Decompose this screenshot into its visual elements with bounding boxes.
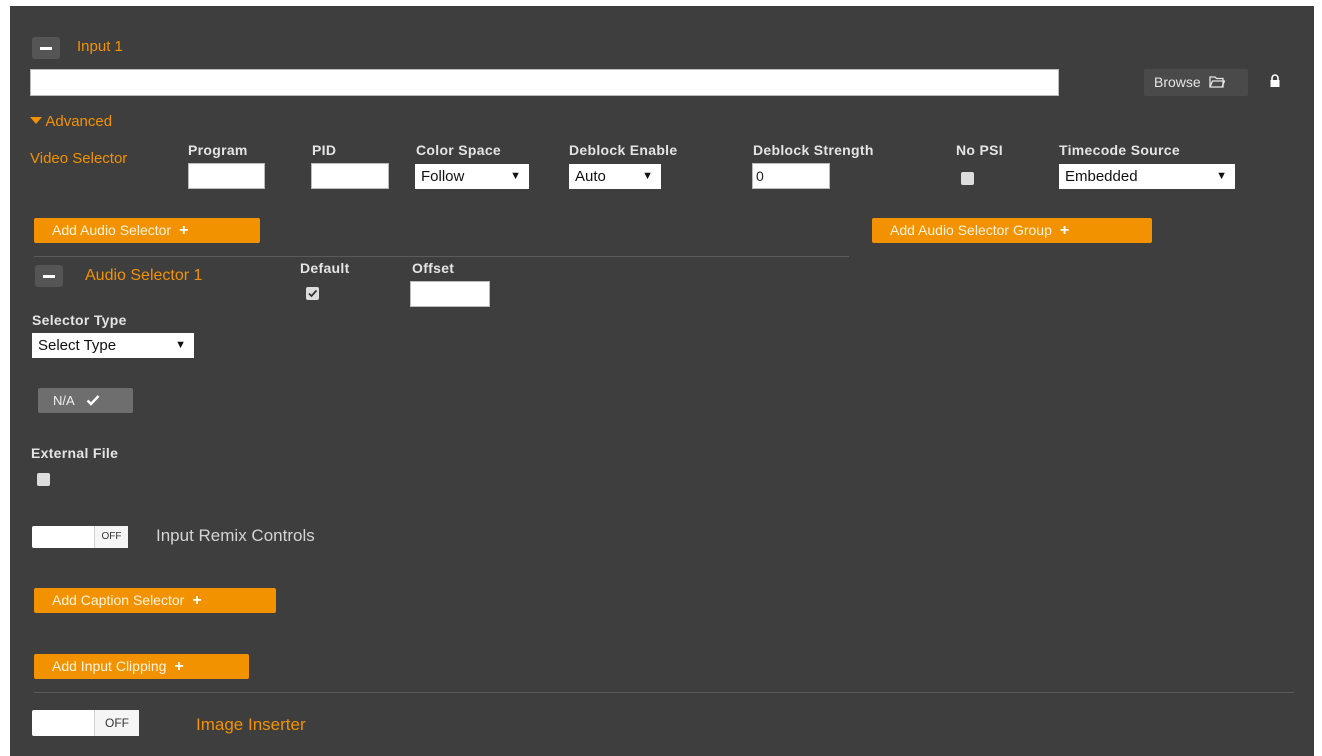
- na-label: N/A: [53, 393, 74, 408]
- checkmark-icon: [308, 289, 318, 298]
- add-input-clipping-label: Add Input Clipping: [52, 658, 167, 674]
- lock-icon[interactable]: [1269, 74, 1281, 88]
- program-label: Program: [188, 142, 248, 158]
- advanced-toggle[interactable]: Advanced: [30, 113, 112, 130]
- input-remix-toggle[interactable]: OFF: [32, 526, 128, 548]
- folder-icon: [1208, 76, 1226, 88]
- collapse-input-button[interactable]: [32, 37, 60, 59]
- input-panel: Input 1 Browse Advanced Video Selector P…: [10, 6, 1314, 756]
- image-inserter-toggle[interactable]: OFF: [32, 710, 139, 736]
- offset-label: Offset: [412, 260, 455, 276]
- collapse-audio-selector-button[interactable]: [35, 265, 63, 287]
- add-audio-selector-group-label: Add Audio Selector Group: [890, 222, 1052, 238]
- plus-icon: +: [192, 592, 202, 609]
- add-audio-selector-button[interactable]: Add Audio Selector +: [34, 218, 260, 243]
- no-psi-checkbox[interactable]: [961, 172, 974, 185]
- section-divider: [34, 692, 1294, 693]
- dropdown-arrow-icon: ▼: [1216, 170, 1227, 182]
- add-audio-selector-group-button[interactable]: Add Audio Selector Group +: [872, 218, 1152, 243]
- default-checkbox[interactable]: [306, 287, 319, 300]
- na-button[interactable]: N/A: [38, 388, 133, 413]
- input-file-field[interactable]: [30, 69, 1059, 96]
- dropdown-arrow-icon: ▼: [642, 170, 653, 182]
- deblock-enable-label: Deblock Enable: [569, 142, 678, 158]
- external-file-label: External File: [31, 445, 119, 461]
- advanced-label: Advanced: [45, 113, 113, 130]
- dropdown-arrow-icon: ▼: [175, 339, 186, 351]
- color-space-value: Follow: [421, 168, 465, 185]
- input-title: Input 1: [77, 38, 123, 55]
- dropdown-arrow-icon: ▼: [510, 170, 521, 182]
- default-label: Default: [300, 260, 350, 276]
- caret-down-icon: [30, 117, 42, 124]
- pid-input[interactable]: [311, 163, 389, 189]
- checkmark-icon: [86, 395, 99, 406]
- plus-icon: +: [179, 222, 189, 239]
- input-remix-label: Input Remix Controls: [156, 526, 315, 545]
- selector-type-select[interactable]: Select Type ▼: [32, 333, 194, 358]
- add-input-clipping-button[interactable]: Add Input Clipping +: [34, 654, 249, 679]
- deblock-strength-label: Deblock Strength: [753, 142, 874, 158]
- selector-type-value: Select Type: [38, 337, 117, 354]
- toggle-off-label: OFF: [94, 710, 139, 736]
- program-input[interactable]: [188, 163, 265, 189]
- external-file-checkbox[interactable]: [37, 473, 50, 486]
- audio-selector-title: Audio Selector 1: [85, 267, 203, 284]
- add-caption-selector-label: Add Caption Selector: [52, 592, 185, 608]
- offset-input[interactable]: [410, 281, 490, 307]
- add-caption-selector-button[interactable]: Add Caption Selector +: [34, 588, 276, 613]
- browse-button[interactable]: Browse: [1144, 69, 1248, 96]
- no-psi-label: No PSI: [956, 142, 1003, 158]
- video-selector-label: Video Selector: [30, 150, 128, 167]
- image-inserter-label: Image Inserter: [196, 715, 306, 734]
- plus-icon: +: [1059, 222, 1070, 239]
- timecode-source-select[interactable]: Embedded ▼: [1059, 164, 1235, 189]
- plus-icon: +: [174, 658, 184, 675]
- browse-label: Browse: [1154, 74, 1201, 90]
- add-audio-selector-label: Add Audio Selector: [52, 222, 172, 238]
- deblock-enable-value: Auto: [575, 168, 606, 185]
- pid-label: PID: [312, 142, 337, 158]
- timecode-source-value: Embedded: [1065, 168, 1138, 185]
- deblock-strength-input[interactable]: 0: [752, 163, 830, 189]
- color-space-select[interactable]: Follow ▼: [415, 164, 529, 189]
- deblock-enable-select[interactable]: Auto ▼: [569, 164, 661, 189]
- audio-divider: [34, 256, 849, 257]
- color-space-label: Color Space: [416, 142, 501, 158]
- timecode-source-label: Timecode Source: [1059, 142, 1180, 158]
- toggle-off-label: OFF: [94, 526, 128, 548]
- selector-type-label: Selector Type: [32, 312, 127, 328]
